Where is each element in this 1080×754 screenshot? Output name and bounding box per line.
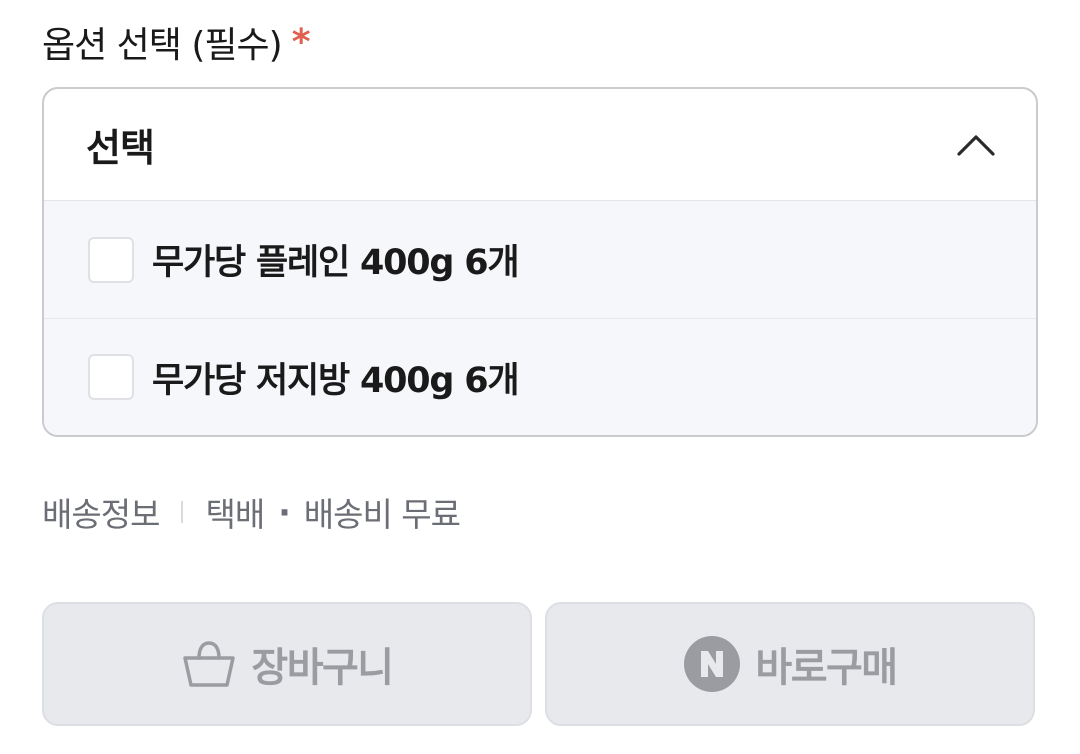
option-checkbox[interactable]: [88, 236, 134, 283]
add-to-cart-button[interactable]: 장바구니: [42, 602, 532, 726]
option-title-text: 옵션 선택 (필수): [42, 25, 283, 66]
shipping-label: 배송정보: [42, 495, 160, 534]
shipping-dot-separator: ·: [278, 492, 291, 532]
dropdown-toggle[interactable]: 선택: [44, 89, 1036, 201]
buy-now-button[interactable]: 바로구매: [545, 602, 1035, 726]
shopping-basket-icon: [181, 638, 237, 690]
product-option-panel: 옵션 선택 (필수) * 선택 무가당 플레인 400g 6개 무가당 저지방 …: [0, 0, 1080, 754]
chevron-up-icon[interactable]: [954, 123, 998, 167]
shipping-fee: 배송비 무료: [303, 495, 461, 534]
naver-n-icon: [683, 635, 741, 693]
add-to-cart-label: 장바구니: [251, 645, 394, 691]
shipping-method: 택배: [205, 495, 265, 534]
option-section-title: 옵션 선택 (필수) *: [42, 14, 311, 70]
dropdown-selected-label: 선택: [86, 126, 155, 170]
option-item[interactable]: 무가당 저지방 400g 6개: [44, 318, 1036, 435]
option-dropdown: 선택 무가당 플레인 400g 6개 무가당 저지방 400g 6개: [42, 87, 1038, 437]
buy-now-label: 바로구매: [755, 645, 898, 691]
shipping-info: 배송정보 택배 · 배송비 무료: [42, 486, 461, 538]
option-checkbox[interactable]: [88, 354, 134, 400]
option-label: 무가당 플레인 400g 6개: [152, 243, 520, 283]
option-list: 무가당 플레인 400g 6개 무가당 저지방 400g 6개: [44, 201, 1036, 435]
option-item[interactable]: 무가당 플레인 400g 6개: [44, 201, 1036, 318]
option-label: 무가당 저지방 400g 6개: [152, 360, 520, 401]
required-mark: *: [291, 21, 311, 63]
shipping-divider: [181, 501, 184, 523]
